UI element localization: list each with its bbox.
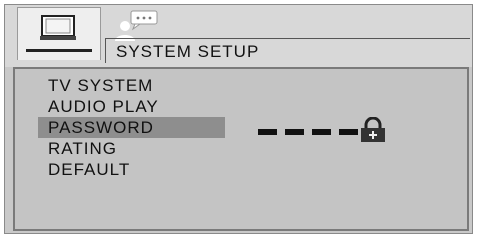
menu-item-tv-system[interactable]: TV SYSTEM	[38, 75, 225, 96]
monitor-icon	[40, 15, 76, 40]
password-dash	[258, 129, 277, 135]
page-title: SYSTEM SETUP	[116, 42, 260, 61]
tab-system-setup[interactable]	[17, 7, 101, 60]
menu-item-audio-play[interactable]: AUDIO PLAY	[38, 96, 225, 117]
menu-item-password[interactable]: PASSWORD	[38, 117, 225, 138]
active-tab-indicator	[26, 49, 92, 52]
password-dash	[339, 129, 358, 135]
password-dash	[312, 129, 331, 135]
menu-item-rating[interactable]: RATING	[38, 138, 225, 159]
page-title-bar: SYSTEM SETUP	[105, 38, 470, 63]
menu-item-default[interactable]: DEFAULT	[38, 159, 225, 180]
setup-menu: TV SYSTEM AUDIO PLAY PASSWORD RATING DEF…	[38, 75, 225, 180]
password-field[interactable]	[258, 129, 358, 135]
lock-icon	[361, 117, 385, 142]
password-dash	[285, 129, 304, 135]
